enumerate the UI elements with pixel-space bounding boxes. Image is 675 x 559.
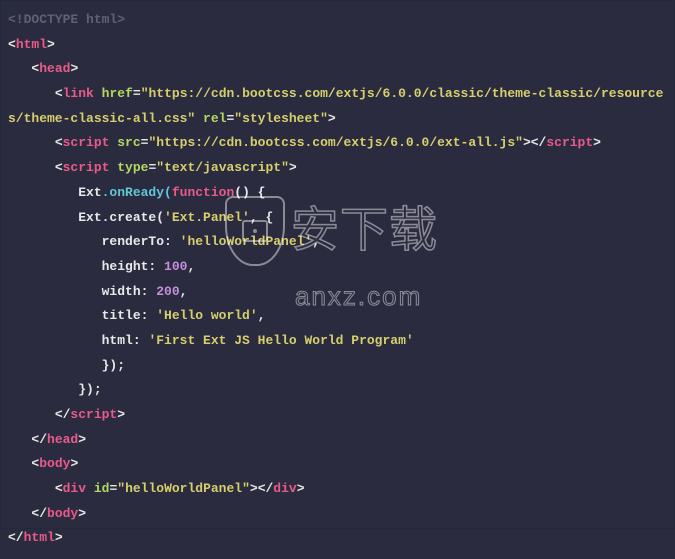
div-tag: div <box>63 481 86 496</box>
create-call: Ext.create( <box>78 210 164 225</box>
val-width: 200 <box>156 284 179 299</box>
type-attr: type <box>117 160 148 175</box>
val-html: 'First Ext JS Hello World Program' <box>148 333 413 348</box>
html-open-tag: html <box>16 37 47 52</box>
script-tag: script <box>63 135 110 150</box>
head-close-tag: head <box>47 432 78 447</box>
prop-html: html: <box>102 333 149 348</box>
type-value: "text/javascript" <box>156 160 289 175</box>
close-fn: }); <box>78 382 101 397</box>
code-block: <!DOCTYPE html> <html> <head> <link href… <box>0 0 675 559</box>
prop-title: title: <box>102 308 157 323</box>
val-height: 100 <box>164 259 187 274</box>
obj-open: , { <box>250 210 273 225</box>
script-close-tag: script <box>70 407 117 422</box>
ext-var: Ext <box>78 185 101 200</box>
panel-string: 'Ext.Panel' <box>164 210 250 225</box>
script-close-tag: script <box>546 135 593 150</box>
html-close-tag: html <box>24 530 55 545</box>
close-obj: }); <box>102 358 125 373</box>
onready-call: .onReady( <box>102 185 172 200</box>
val-renderTo: 'helloWorldPanel' <box>180 234 313 249</box>
id-value: "helloWorldPanel" <box>117 481 250 496</box>
div-close-tag: div <box>273 481 296 496</box>
src-value: "https://cdn.bootcss.com/extjs/6.0.0/ext… <box>148 135 522 150</box>
prop-height: height: <box>102 259 164 274</box>
id-attr: id <box>94 481 110 496</box>
href-attr: href <box>102 86 133 101</box>
body-open-tag: body <box>39 456 70 471</box>
doctype-line: <!DOCTYPE html> <box>8 12 125 27</box>
prop-width: width: <box>102 284 157 299</box>
head-open-tag: head <box>39 61 70 76</box>
rel-attr: rel <box>203 111 226 126</box>
link-tag: link <box>63 86 94 101</box>
rel-value: "stylesheet" <box>234 111 328 126</box>
function-keyword: function <box>172 185 234 200</box>
paren-brace: () { <box>234 185 265 200</box>
body-close-tag: body <box>47 506 78 521</box>
prop-renderTo: renderTo: <box>102 234 180 249</box>
src-attr: src <box>117 135 140 150</box>
script-tag: script <box>63 160 110 175</box>
val-title: 'Hello world' <box>156 308 257 323</box>
